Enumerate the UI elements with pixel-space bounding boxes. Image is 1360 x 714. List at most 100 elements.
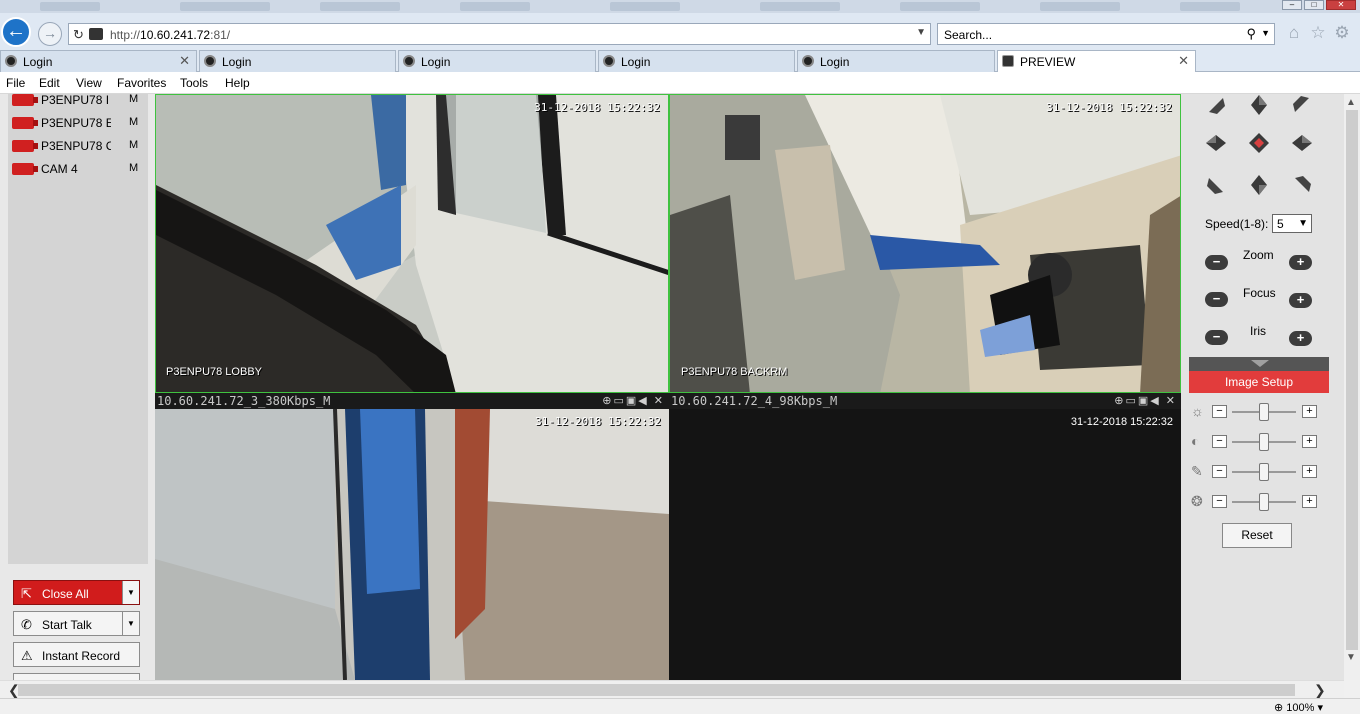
brightness-increase-button[interactable]: + (1302, 405, 1317, 418)
zoom-level[interactable]: ⊕ 100% ▾ (1274, 701, 1323, 714)
close-all-button[interactable]: ⇱ Close All ▼ (13, 580, 140, 605)
zoom-in-button[interactable]: + (1289, 255, 1312, 270)
tab-close-icon[interactable]: ✕ (1178, 53, 1189, 69)
address-dropdown-icon[interactable]: ▼ (916, 27, 926, 38)
scroll-up-icon[interactable]: ▲ (1346, 97, 1356, 108)
saturation-icon: ✎ (1191, 463, 1203, 479)
minimize-button[interactable]: – (1282, 0, 1302, 10)
forward-button[interactable]: → (38, 22, 62, 46)
contrast-slider-handle[interactable] (1259, 433, 1269, 451)
ptz-up-button[interactable] (1248, 94, 1270, 116)
iris-minus-button[interactable]: − (1205, 330, 1228, 345)
tab-login-1[interactable]: Login ✕ (0, 50, 197, 72)
brightness-slider-handle[interactable] (1259, 403, 1269, 421)
stream-status-bar: 10.60.241.72_3_380Kbps_M ⊕▭▣◀ ✕ (155, 393, 669, 409)
scroll-down-icon[interactable]: ▼ (1346, 652, 1356, 663)
menu-tools[interactable]: Tools (180, 76, 208, 90)
reset-button[interactable]: Reset (1222, 523, 1292, 548)
instant-record-button[interactable]: ⚠ Instant Record (13, 642, 140, 667)
camera-item[interactable]: P3ENPU78 C M (12, 136, 142, 154)
tab-login-2[interactable]: Login (199, 50, 396, 72)
video-view-backroom[interactable]: 31-12-2018 15:22:32 P3ENPU78 BACKRM (669, 94, 1181, 393)
ptz-down-right-button[interactable] (1291, 174, 1313, 196)
start-talk-dropdown-icon[interactable]: ▼ (122, 612, 139, 635)
hue-slider-handle[interactable] (1259, 493, 1269, 511)
ptz-down-button[interactable] (1248, 174, 1270, 196)
menu-bar: File Edit View Favorites Tools Help (0, 72, 1360, 94)
ptz-right-button[interactable] (1291, 132, 1313, 154)
address-bar[interactable]: ↻ http://10.60.241.72:81/ ▼ (68, 23, 931, 45)
vertical-scroll-thumb[interactable] (1346, 110, 1358, 650)
hue-decrease-button[interactable]: − (1212, 495, 1227, 508)
tab-label: Login (820, 55, 850, 69)
search-dropdown-icon[interactable]: ▼ (1261, 28, 1270, 38)
menu-help[interactable]: Help (225, 76, 250, 90)
brightness-decrease-button[interactable]: − (1212, 405, 1227, 418)
speed-select[interactable]: 5 ▼ (1272, 214, 1312, 233)
ptz-left-button[interactable] (1205, 132, 1227, 154)
arrow-up-icon (1251, 95, 1267, 115)
start-talk-button[interactable]: ✆ Start Talk ▼ (13, 611, 140, 636)
iris-plus-button[interactable]: + (1289, 331, 1312, 346)
maximize-button[interactable]: □ (1304, 0, 1324, 10)
arrow-left-icon (1206, 135, 1226, 151)
video-view-entrance[interactable]: 31-12-2018 15:22:32 (155, 409, 669, 680)
video-view-cam4[interactable]: 31-12-2018 15:22:32 (669, 409, 1181, 680)
video-view-lobby[interactable]: 31-12-2018 15:22:32 P3ENPU78 LOBBY (155, 94, 669, 393)
menu-view[interactable]: View (76, 76, 102, 90)
tab-label: PREVIEW (1020, 55, 1076, 69)
hue-increase-button[interactable]: + (1302, 495, 1317, 508)
search-input[interactable]: Search... (944, 28, 992, 42)
focus-minus-button[interactable]: − (1205, 292, 1228, 307)
view-toolbar-icons[interactable]: ⊕▭▣◀ ✕ (602, 394, 665, 407)
camera-item[interactable]: P3ENPU78 I M (12, 90, 142, 108)
settings-gear-icon[interactable]: ⚙ (1333, 23, 1351, 43)
tab-preview[interactable]: PREVIEW ✕ (997, 50, 1196, 72)
start-talk-label: Start Talk (42, 618, 92, 632)
saturation-slider-handle[interactable] (1259, 463, 1269, 481)
tab-login-3[interactable]: Login (398, 50, 596, 72)
saturation-increase-button[interactable]: + (1302, 465, 1317, 478)
horizontal-scroll-thumb[interactable] (18, 684, 1295, 696)
refresh-icon[interactable]: ↻ (73, 27, 84, 43)
tab-login-4[interactable]: Login (598, 50, 795, 72)
search-box[interactable]: Search... ⚲ ▼ (937, 23, 1275, 45)
ptz-up-left-button[interactable] (1205, 94, 1227, 116)
camera-item[interactable]: P3ENPU78 E M (12, 113, 142, 131)
menu-file[interactable]: File (6, 76, 25, 90)
contrast-decrease-button[interactable]: − (1212, 435, 1227, 448)
zoom-out-button[interactable]: − (1205, 255, 1228, 270)
search-icon[interactable]: ⚲ (1246, 26, 1256, 42)
horizontal-scrollbar[interactable]: ❮ ❯ (0, 680, 1344, 698)
ptz-collapse-toggle[interactable] (1189, 357, 1329, 371)
menu-favorites[interactable]: Favorites (117, 76, 166, 90)
scroll-right-icon[interactable]: ❯ (1314, 682, 1326, 699)
tab-login-5[interactable]: Login (797, 50, 995, 72)
image-setup-header[interactable]: Image Setup (1189, 371, 1329, 393)
tab-bar: Login ✕ Login Login Login Login PREVIEW … (0, 48, 1360, 72)
close-window-button[interactable]: ✕ (1326, 0, 1356, 10)
focus-plus-button[interactable]: + (1289, 293, 1312, 308)
view-toolbar-icons[interactable]: ⊕▭▣◀ ✕ (1114, 394, 1177, 407)
ptz-center-button[interactable] (1248, 132, 1270, 154)
camera-icon (12, 140, 38, 152)
ptz-panel: Speed(1-8): 5 ▼ Zoom − + Focus − + Iris … (1181, 94, 1344, 680)
saturation-decrease-button[interactable]: − (1212, 465, 1227, 478)
diagonal-arrow-icon (1293, 96, 1309, 112)
ptz-down-left-button[interactable] (1205, 174, 1227, 196)
vertical-scrollbar[interactable]: ▲ ▼ (1344, 94, 1360, 680)
contrast-increase-button[interactable]: + (1302, 435, 1317, 448)
menu-edit[interactable]: Edit (39, 76, 60, 90)
close-all-dropdown-icon[interactable]: ▼ (122, 581, 139, 604)
tab-close-icon[interactable]: ✕ (179, 53, 190, 69)
tab-favicon-icon (204, 55, 216, 67)
ptz-up-right-button[interactable] (1291, 94, 1313, 116)
back-button[interactable]: ← (1, 17, 31, 47)
favorites-star-icon[interactable]: ☆ (1309, 23, 1327, 43)
navigation-bar: ← → ↻ http://10.60.241.72:81/ ▼ Search..… (0, 13, 1360, 48)
camera-item[interactable]: CAM 4 M (12, 159, 142, 177)
camera-label: P3ENPU78 I (41, 93, 110, 107)
camera-stream-flag: M (129, 162, 139, 174)
diagonal-arrow-icon (1209, 98, 1225, 114)
home-icon[interactable]: ⌂ (1285, 23, 1303, 43)
